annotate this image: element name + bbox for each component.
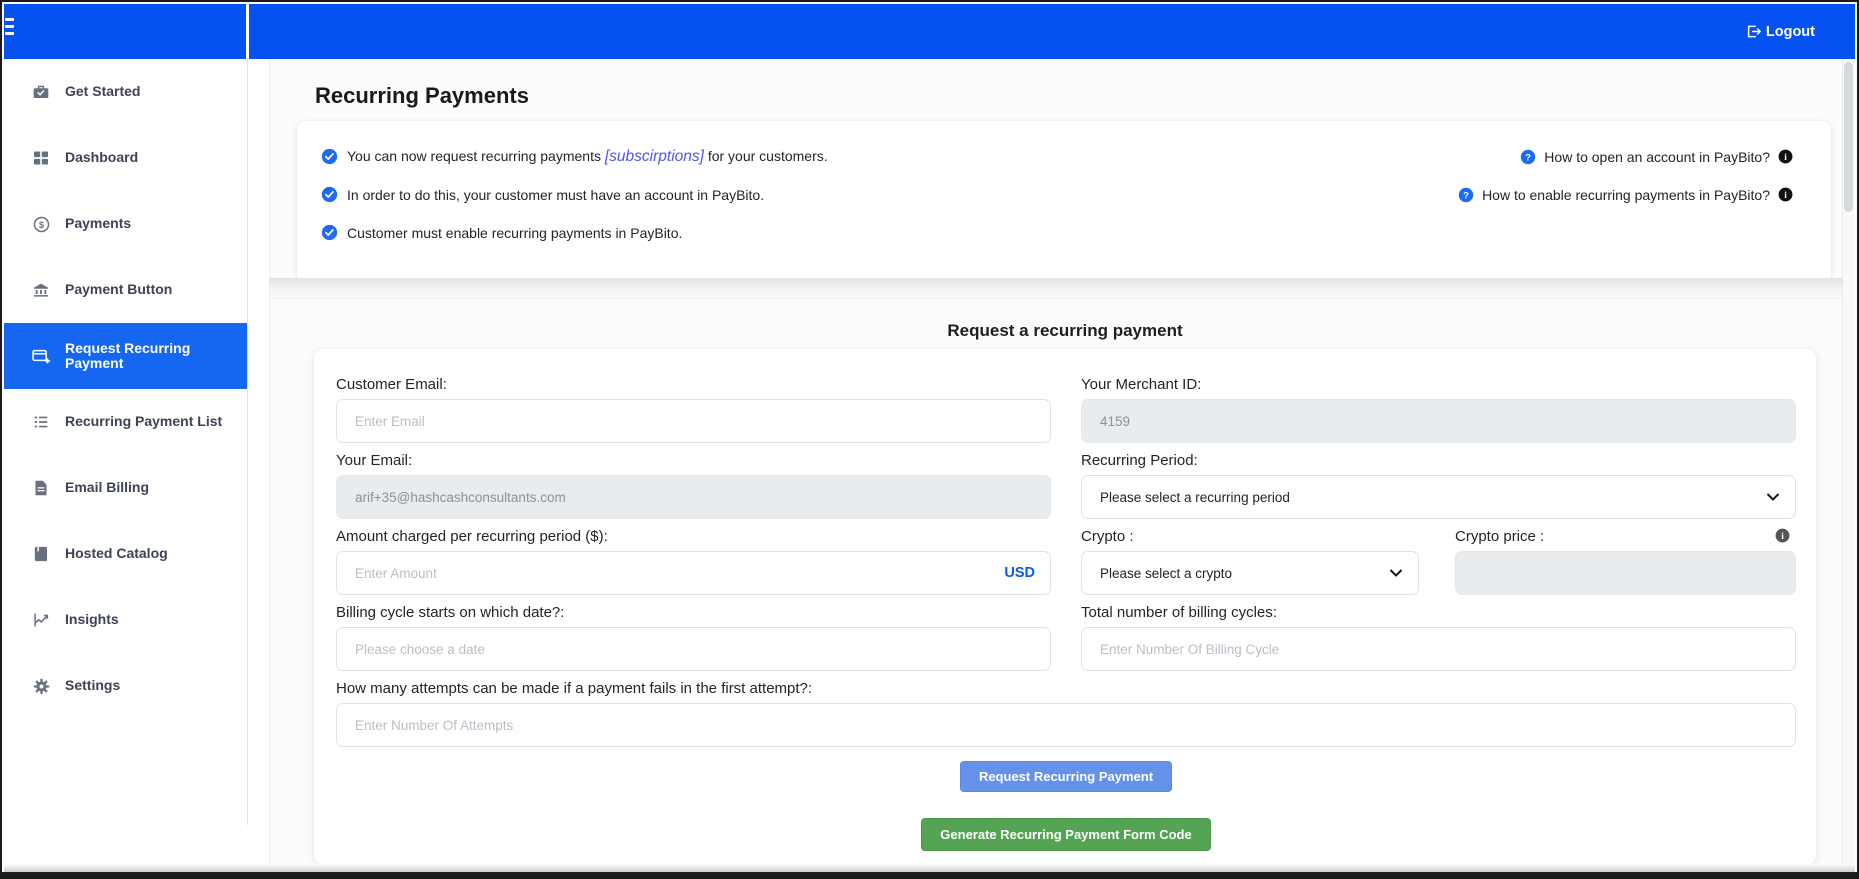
svg-text:?: ? — [1525, 152, 1531, 163]
help-links: ? How to open an account in PayBito? i ?… — [1458, 148, 1793, 203]
list-icon — [31, 414, 51, 430]
attempts-input[interactable] — [336, 703, 1796, 747]
your-email-label: Your Email: — [336, 451, 1051, 470]
svg-text:i: i — [1784, 153, 1787, 163]
help-link-label: How to enable recurring payments in PayB… — [1482, 187, 1770, 203]
window-bottom-shadow — [4, 864, 1855, 872]
sidebar-item-payments[interactable]: $ Payments — [4, 191, 247, 257]
top-bar: Logout — [4, 4, 1855, 59]
gear-icon — [31, 678, 51, 695]
billing-cycles-input[interactable] — [1081, 627, 1796, 671]
info-card: You can now request recurring payments [… — [297, 121, 1831, 281]
svg-text:i: i — [1781, 532, 1784, 542]
content-region: Recurring Payments You can now request r… — [269, 59, 1843, 864]
scrollbar-thumb[interactable] — [1844, 62, 1853, 212]
dashboard-grid-icon — [31, 150, 51, 166]
note-row: You can now request recurring payments [… — [321, 148, 828, 165]
amount-label: Amount charged per recurring period ($): — [336, 527, 1051, 546]
sidebar-item-email-billing[interactable]: Email Billing — [4, 455, 247, 521]
recurring-period-select[interactable]: Please select a recurring period — [1081, 475, 1796, 519]
check-circle-icon — [321, 224, 338, 241]
generate-form-code-button[interactable]: Generate Recurring Payment Form Code — [921, 818, 1210, 851]
crypto-select[interactable]: Please select a crypto — [1081, 551, 1419, 595]
crypto-label: Crypto : — [1081, 527, 1419, 546]
question-circle-icon: ? — [1520, 149, 1536, 165]
svg-text:$: $ — [38, 219, 43, 229]
merchant-id-label: Your Merchant ID: — [1081, 375, 1796, 394]
request-recurring-payment-button[interactable]: Request Recurring Payment — [960, 761, 1172, 792]
sidebar-item-request-recurring-payment[interactable]: Request Recurring Payment — [4, 323, 247, 389]
logout-icon — [1746, 24, 1761, 39]
customer-email-label: Customer Email: — [336, 375, 1051, 394]
dollar-circle-icon: $ — [31, 216, 51, 233]
help-link-label: How to open an account in PayBito? — [1544, 149, 1770, 165]
sidebar-item-recurring-payment-list[interactable]: Recurring Payment List — [4, 389, 247, 455]
logout-label: Logout — [1766, 24, 1815, 40]
book-icon — [31, 546, 51, 562]
sidebar-item-payment-button[interactable]: Payment Button — [4, 257, 247, 323]
window-bottom-border — [2, 872, 1857, 877]
section-divider — [270, 278, 1843, 299]
merchant-id-input — [1081, 399, 1796, 443]
crypto-price-label: Crypto price : — [1455, 527, 1796, 546]
check-circle-icon — [321, 148, 338, 165]
note-row: In order to do this, your customer must … — [321, 186, 828, 203]
sidebar-item-get-started[interactable]: Get Started — [4, 59, 247, 125]
bank-icon — [31, 282, 51, 298]
info-circle-icon[interactable]: i — [1778, 187, 1793, 202]
logout-button[interactable]: Logout — [1746, 4, 1815, 59]
svg-text:?: ? — [1463, 190, 1469, 201]
subscriptions-highlight: [subscirptions] — [605, 148, 704, 165]
svg-text:i: i — [1784, 191, 1787, 201]
notes-list: You can now request recurring payments [… — [321, 148, 828, 262]
note-text: You can now request recurring payments [… — [347, 148, 828, 166]
recurring-payment-form-card: Customer Email: Your Merchant ID: Your E… — [314, 349, 1816, 865]
info-circle-icon[interactable]: i — [1778, 149, 1793, 164]
amount-input[interactable] — [336, 551, 1051, 595]
card-plus-icon — [31, 348, 51, 364]
hamburger-menu-icon[interactable] — [5, 18, 14, 39]
your-email-input — [336, 475, 1051, 519]
billing-date-label: Billing cycle starts on which date?: — [336, 603, 1051, 622]
sidebar-item-settings[interactable]: Settings — [4, 653, 247, 719]
sidebar-item-hosted-catalog[interactable]: Hosted Catalog — [4, 521, 247, 587]
document-icon — [31, 480, 51, 496]
section-heading: Request a recurring payment — [314, 321, 1816, 341]
note-row: Customer must enable recurring payments … — [321, 224, 828, 241]
billing-cycles-label: Total number of billing cycles: — [1081, 603, 1796, 622]
crypto-price-input — [1455, 551, 1796, 595]
question-circle-icon: ? — [1458, 187, 1474, 203]
vertical-scrollbar[interactable] — [1842, 59, 1855, 864]
customer-email-input[interactable] — [336, 399, 1051, 443]
attempts-label: How many attempts can be made if a payme… — [336, 679, 1796, 698]
info-circle-icon[interactable]: i — [1775, 528, 1790, 543]
chart-line-icon — [31, 612, 51, 628]
sidebar-item-dashboard[interactable]: Dashboard — [4, 125, 247, 191]
check-circle-icon — [321, 186, 338, 203]
help-link-enable-recurring[interactable]: ? How to enable recurring payments in Pa… — [1458, 186, 1793, 203]
billing-date-input[interactable] — [336, 627, 1051, 671]
help-link-open-account[interactable]: ? How to open an account in PayBito? i — [1520, 148, 1793, 165]
sidebar: Get Started Dashboard $ Payments Payment… — [4, 59, 248, 825]
header-divider — [246, 4, 249, 59]
sidebar-item-insights[interactable]: Insights — [4, 587, 247, 653]
app-window: Logout Get Started Dashboard $ Payments — [0, 0, 1859, 879]
main-area: Recurring Payments You can now request r… — [248, 59, 1843, 864]
page-title: Recurring Payments — [315, 83, 529, 109]
briefcase-check-icon — [31, 84, 51, 100]
note-text: In order to do this, your customer must … — [347, 187, 764, 203]
recurring-period-label: Recurring Period: — [1081, 451, 1796, 470]
currency-suffix: USD — [1004, 565, 1035, 581]
note-text: Customer must enable recurring payments … — [347, 225, 682, 241]
